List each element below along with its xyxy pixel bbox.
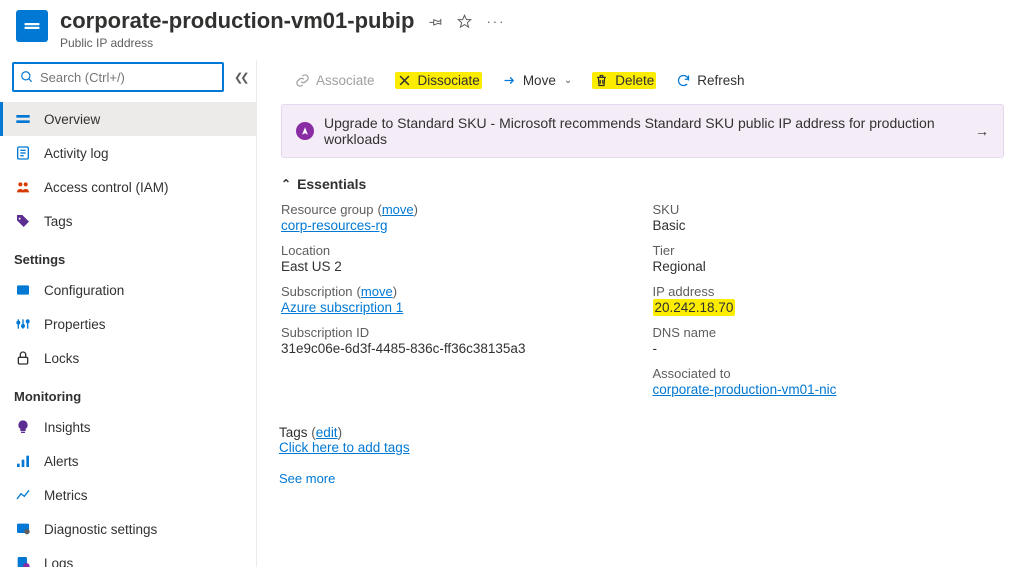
refresh-label: Refresh: [697, 73, 744, 88]
location-label: Location: [281, 243, 653, 258]
sidebar-item-label: Locks: [44, 351, 79, 366]
banner-text: Upgrade to Standard SKU - Microsoft reco…: [324, 115, 975, 147]
sidebar-item-insights[interactable]: Insights: [0, 410, 256, 444]
subscription-value[interactable]: Azure subscription 1: [281, 300, 403, 315]
location-value: East US 2: [281, 259, 653, 274]
sidebar-item-label: Metrics: [44, 488, 88, 503]
dns-name-value: -: [653, 341, 1024, 356]
properties-icon: [14, 315, 32, 333]
sidebar-item-label: Logs: [44, 556, 73, 567]
sku-value: Basic: [653, 218, 1024, 233]
associate-icon: [295, 73, 310, 88]
delete-icon: [594, 73, 609, 88]
sidebar-item-properties[interactable]: Properties: [0, 307, 256, 341]
activity-log-icon: [14, 144, 32, 162]
sidebar-item-label: Diagnostic settings: [44, 522, 157, 537]
sidebar-item-label: Properties: [44, 317, 106, 332]
sidebar-section-settings: Settings: [0, 238, 256, 273]
main-content: Associate Dissociate Move ⌄ Dele: [257, 60, 1024, 567]
resource-icon: [16, 10, 48, 42]
upgrade-badge-icon: [296, 122, 314, 140]
insights-icon: [14, 418, 32, 436]
sidebar: ❮❮ Overview Activity log Access control …: [0, 60, 257, 567]
add-tags-link[interactable]: Click here to add tags: [279, 440, 410, 455]
essentials-toggle[interactable]: ⌃ Essentials: [279, 174, 1024, 202]
overview-icon: [14, 110, 32, 128]
sidebar-item-configuration[interactable]: Configuration: [0, 273, 256, 307]
sidebar-item-access-control[interactable]: Access control (IAM): [0, 170, 256, 204]
ip-address-value: 20.242.18.70: [653, 299, 736, 316]
locks-icon: [14, 349, 32, 367]
refresh-icon: [676, 73, 691, 88]
sidebar-item-label: Configuration: [44, 283, 124, 298]
search-icon: [20, 70, 34, 84]
essentials-heading: Essentials: [297, 176, 366, 192]
dissociate-label: Dissociate: [418, 73, 480, 88]
tier-value: Regional: [653, 259, 1024, 274]
alerts-icon: [14, 452, 32, 470]
move-icon: [502, 73, 517, 88]
sidebar-item-label: Insights: [44, 420, 91, 435]
sku-upgrade-banner[interactable]: Upgrade to Standard SKU - Microsoft reco…: [281, 104, 1004, 158]
sidebar-section-monitoring: Monitoring: [0, 375, 256, 410]
move-button[interactable]: Move ⌄: [492, 65, 582, 95]
sku-label: SKU: [653, 202, 1024, 217]
configuration-icon: [14, 281, 32, 299]
delete-button[interactable]: Delete: [582, 65, 666, 95]
tags-icon: [14, 212, 32, 230]
collapse-sidebar-icon[interactable]: ❮❮: [234, 71, 246, 84]
sidebar-item-label: Access control (IAM): [44, 180, 169, 195]
access-control-icon: [14, 178, 32, 196]
diagnostic-icon: [14, 520, 32, 538]
subscription-id-value: 31e9c06e-6d3f-4485-836c-ff36c38135a3: [281, 341, 653, 356]
move-label: Move: [523, 73, 556, 88]
sidebar-item-label: Alerts: [44, 454, 79, 469]
sidebar-item-label: Overview: [44, 112, 100, 127]
sidebar-item-overview[interactable]: Overview: [0, 102, 256, 136]
logs-icon: [14, 554, 32, 567]
dns-name-label: DNS name: [653, 325, 1024, 340]
arrow-right-icon: →: [975, 123, 989, 139]
associate-button: Associate: [285, 65, 385, 95]
chevron-up-icon: ⌃: [281, 177, 291, 191]
chevron-down-icon: ⌄: [564, 75, 572, 86]
sidebar-item-metrics[interactable]: Metrics: [0, 478, 256, 512]
sidebar-item-diagnostic-settings[interactable]: Diagnostic settings: [0, 512, 256, 546]
sidebar-item-activity-log[interactable]: Activity log: [0, 136, 256, 170]
sidebar-item-label: Tags: [44, 214, 73, 229]
favorite-icon[interactable]: [457, 14, 472, 29]
metrics-icon: [14, 486, 32, 504]
resource-group-label: Resource group: [281, 202, 374, 217]
subscription-label: Subscription: [281, 284, 353, 299]
associated-to-label: Associated to: [653, 366, 1024, 381]
associated-to-value[interactable]: corporate-production-vm01-nic: [653, 382, 837, 397]
resource-group-value[interactable]: corp-resources-rg: [281, 218, 388, 233]
tier-label: Tier: [653, 243, 1024, 258]
delete-label: Delete: [615, 73, 654, 88]
pin-icon[interactable]: [428, 14, 443, 29]
more-icon[interactable]: ···: [486, 14, 505, 29]
dissociate-button[interactable]: Dissociate: [385, 65, 492, 95]
page-title: corporate-production-vm01-pubip: [60, 8, 414, 34]
tags-label: Tags: [279, 425, 308, 440]
sidebar-item-label: Activity log: [44, 146, 109, 161]
subscription-move-link[interactable]: move: [361, 284, 393, 299]
associate-label: Associate: [316, 73, 375, 88]
toolbar: Associate Dissociate Move ⌄ Dele: [279, 60, 1024, 100]
sidebar-item-logs[interactable]: Logs: [0, 546, 256, 567]
page-subtitle: Public IP address: [60, 36, 414, 50]
sidebar-item-tags[interactable]: Tags: [0, 204, 256, 238]
search-box[interactable]: [12, 62, 224, 92]
see-more-link[interactable]: See more: [279, 471, 335, 486]
sidebar-item-locks[interactable]: Locks: [0, 341, 256, 375]
sidebar-item-alerts[interactable]: Alerts: [0, 444, 256, 478]
dissociate-icon: [397, 73, 412, 88]
search-input[interactable]: [40, 70, 216, 85]
subscription-id-label: Subscription ID: [281, 325, 653, 340]
resource-group-move-link[interactable]: move: [382, 202, 414, 217]
tags-edit-link[interactable]: edit: [316, 425, 338, 440]
ip-address-label: IP address: [653, 284, 1024, 299]
refresh-button[interactable]: Refresh: [666, 65, 754, 95]
